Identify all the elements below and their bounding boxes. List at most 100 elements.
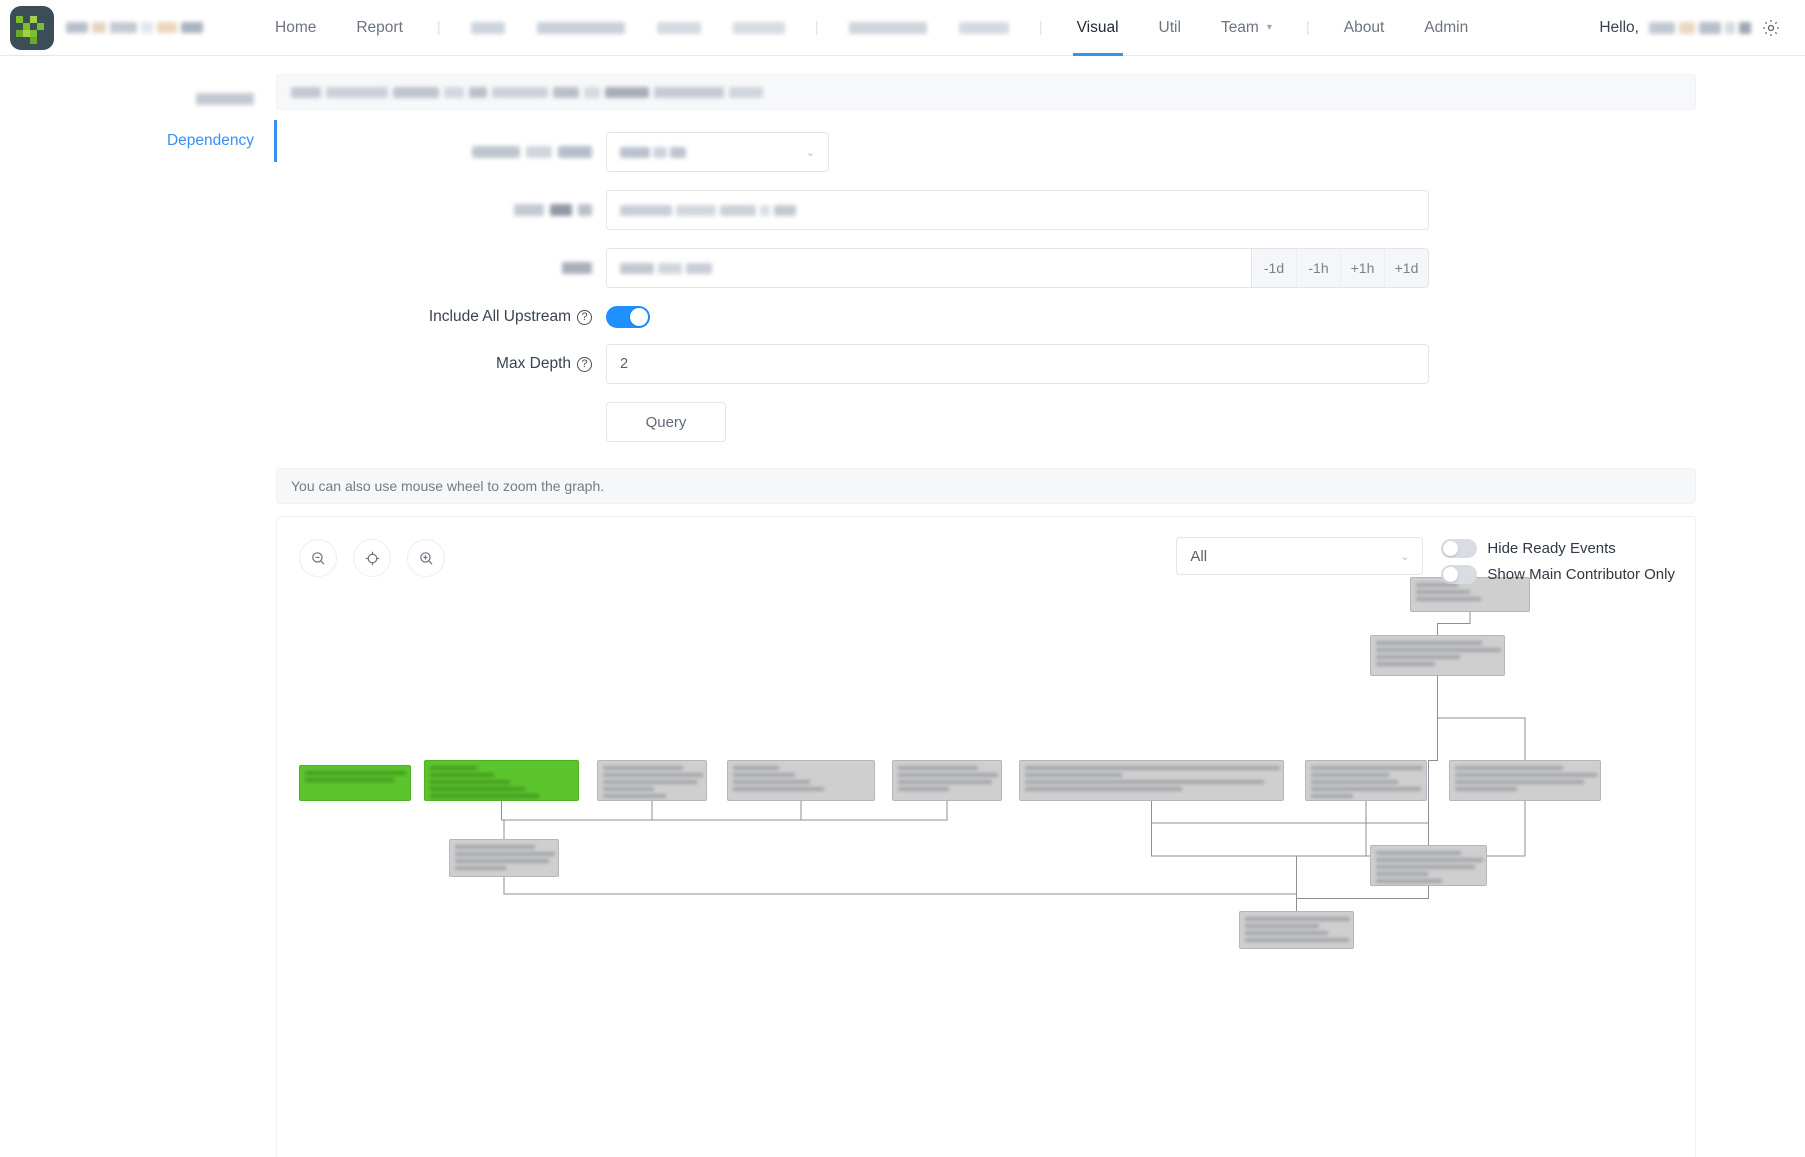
sidebar: Dependency <box>0 56 277 1157</box>
query-button[interactable]: Query <box>606 402 726 442</box>
show-main-contributor-toggle[interactable] <box>1441 565 1478 584</box>
graph-hint-bar: You can also use mouse wheel to zoom the… <box>276 468 1696 504</box>
nav-item-about[interactable]: About <box>1324 0 1405 56</box>
page-body: Dependency ⌄ -1d -1h +1h +1d Include All… <box>0 56 1805 1157</box>
form-label-blurred-2 <box>276 204 606 216</box>
sidebar-item-dependency[interactable]: Dependency <box>0 120 277 162</box>
graph-node[interactable] <box>1449 760 1601 801</box>
nav-item-blurred-1[interactable] <box>455 0 521 56</box>
main-nav-links: Home Report | | | Visual Util Team ▾ | A… <box>255 0 1488 56</box>
nav-separator-4: | <box>1305 19 1310 36</box>
graph-node[interactable] <box>299 765 411 801</box>
graph-node-label <box>303 769 407 797</box>
include-all-upstream-label-group: Include All Upstream ? <box>276 308 606 326</box>
hide-ready-events-label: Hide Ready Events <box>1487 540 1616 557</box>
graph-node-label <box>1374 639 1501 672</box>
include-all-upstream-toggle[interactable] <box>606 306 650 328</box>
nav-item-team-label: Team <box>1220 18 1259 36</box>
show-main-contributor-label: Show Main Contributor Only <box>1487 566 1675 583</box>
graph-edge <box>503 877 1297 911</box>
top-navigation-bar: Home Report | | | Visual Util Team ▾ | A… <box>0 0 1805 56</box>
nav-separator-3: | <box>1038 19 1043 36</box>
graph-node[interactable] <box>449 839 559 877</box>
graph-option-toggles: Hide Ready Events Show Main Contributor … <box>1441 537 1675 584</box>
date-input[interactable] <box>606 248 1252 288</box>
type-select-value <box>620 146 686 158</box>
help-icon[interactable]: ? <box>577 356 592 372</box>
form-row-max-depth: Max Depth ? 2 <box>276 344 1696 384</box>
max-depth-input[interactable]: 2 <box>606 344 1429 384</box>
form-label-blurred-3 <box>276 262 606 274</box>
date-input-group: -1d -1h +1h +1d <box>606 248 1429 288</box>
max-depth-label: Max Depth <box>496 355 571 372</box>
graph-node[interactable] <box>1305 760 1427 801</box>
nav-item-util[interactable]: Util <box>1139 0 1201 56</box>
graph-filter-select-value: All <box>1190 547 1208 565</box>
graph-zoom-toolbar <box>299 539 445 577</box>
graph-node[interactable] <box>892 760 1002 801</box>
graph-node-label <box>1414 581 1526 608</box>
date-step-minus-1d[interactable]: -1d <box>1252 249 1296 287</box>
nav-item-report[interactable]: Report <box>336 0 423 56</box>
page-banner <box>276 74 1696 110</box>
nav-item-blurred-2[interactable] <box>521 0 641 56</box>
name-input[interactable] <box>606 190 1429 230</box>
graph-node-label <box>896 764 998 797</box>
graph-node[interactable] <box>1370 845 1487 886</box>
name-input-value <box>620 204 796 216</box>
help-icon[interactable]: ? <box>577 309 592 325</box>
nav-item-home[interactable]: Home <box>255 0 336 56</box>
date-step-plus-1d[interactable]: +1d <box>1384 249 1428 287</box>
toggle-knob <box>630 308 648 326</box>
nav-item-blurred-3[interactable] <box>641 0 717 56</box>
date-step-minus-1h[interactable]: -1h <box>1296 249 1340 287</box>
graph-node[interactable] <box>1019 760 1284 801</box>
nav-right-section: Hello, <box>1599 18 1787 38</box>
form-row-text <box>276 190 1696 230</box>
fit-to-screen-icon[interactable] <box>353 539 391 577</box>
toggle-knob <box>1443 541 1459 556</box>
nav-item-blurred-5[interactable] <box>833 0 943 56</box>
user-name <box>1649 21 1751 34</box>
date-input-value <box>620 262 712 274</box>
max-depth-value: 2 <box>620 356 629 372</box>
nav-separator-2: | <box>814 19 819 36</box>
form-row-date: -1d -1h +1h +1d <box>276 248 1696 288</box>
graph-node-label <box>601 764 703 798</box>
form-row-query: Query <box>276 402 1696 442</box>
graph-node-label <box>1243 915 1350 945</box>
nav-item-visual[interactable]: Visual <box>1057 0 1139 56</box>
toggle-knob <box>1443 567 1459 582</box>
nav-separator: | <box>436 19 441 36</box>
hide-ready-events-toggle[interactable] <box>1441 539 1478 558</box>
graph-node[interactable] <box>1370 635 1505 676</box>
type-select[interactable]: ⌄ <box>606 132 829 172</box>
dependency-graph-canvas[interactable] <box>277 517 1695 1157</box>
graph-node[interactable] <box>597 760 707 801</box>
chevron-down-icon: ⌄ <box>1400 550 1410 563</box>
graph-edges <box>501 612 1526 911</box>
date-step-plus-1h[interactable]: +1h <box>1340 249 1384 287</box>
graph-node[interactable] <box>424 760 579 801</box>
brand[interactable] <box>10 5 203 50</box>
graph-edge <box>1428 676 1438 845</box>
date-step-buttons: -1d -1h +1h +1d <box>1252 248 1429 288</box>
graph-node[interactable] <box>1239 911 1354 949</box>
graph-node-label <box>1309 764 1423 798</box>
sidebar-item-blurred[interactable] <box>0 78 276 120</box>
nav-item-admin[interactable]: Admin <box>1404 0 1488 56</box>
graph-node-label <box>1374 849 1483 883</box>
zoom-out-icon[interactable] <box>299 539 337 577</box>
page-banner-text <box>291 86 763 98</box>
nav-item-blurred-6[interactable] <box>943 0 1025 56</box>
zoom-in-icon[interactable] <box>407 539 445 577</box>
graph-edge <box>503 801 948 839</box>
graph-node-label <box>731 764 871 797</box>
graph-filter-select[interactable]: All ⌄ <box>1176 537 1424 575</box>
graph-hint-text: You can also use mouse wheel to zoom the… <box>291 478 605 494</box>
gear-icon[interactable] <box>1761 18 1781 38</box>
graph-node[interactable] <box>727 760 875 801</box>
brand-name <box>66 22 203 33</box>
nav-item-blurred-4[interactable] <box>717 0 801 56</box>
nav-item-team[interactable]: Team ▾ <box>1201 0 1292 56</box>
